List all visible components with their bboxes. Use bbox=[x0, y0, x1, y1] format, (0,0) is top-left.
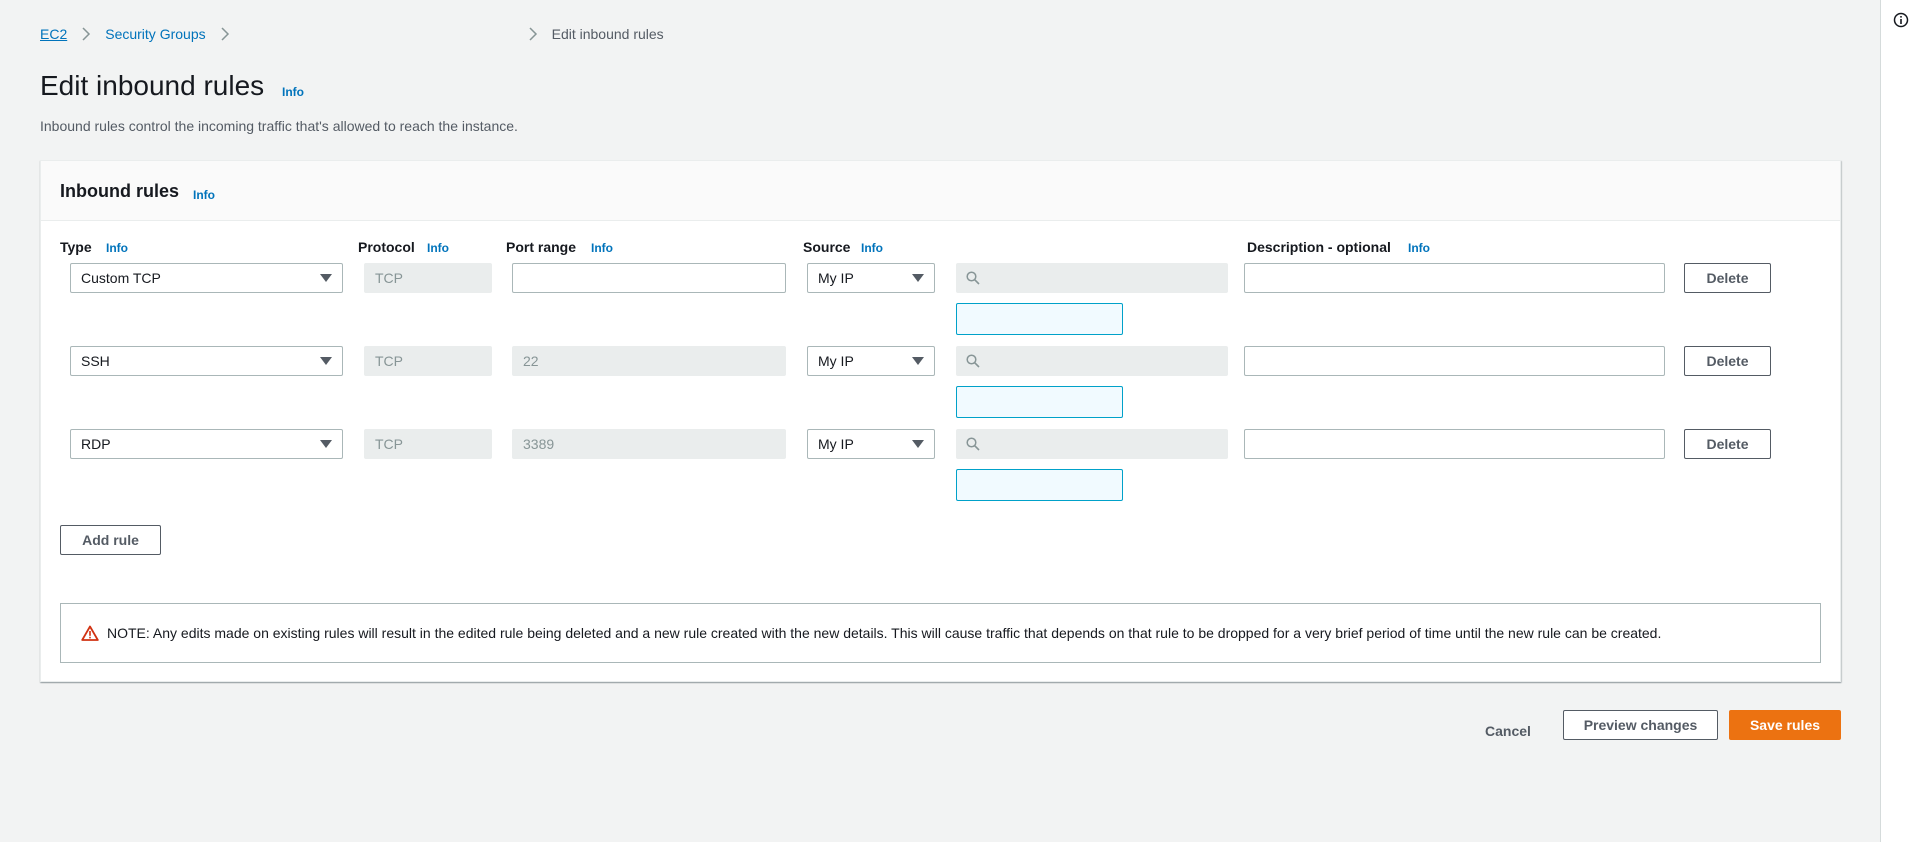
rule-1-source-select[interactable]: My IP bbox=[807, 263, 935, 293]
rule-1-source-search[interactable] bbox=[956, 263, 1228, 293]
page-title: Edit inbound rules bbox=[40, 70, 265, 101]
rule-1-protocol: TCP bbox=[364, 263, 492, 293]
protocol-info-link[interactable]: Info bbox=[427, 241, 449, 255]
breadcrumb: EC2 Security Groups Edit inbound rules bbox=[40, 26, 664, 42]
panel-info-link[interactable]: Info bbox=[193, 188, 215, 202]
info-circle-icon[interactable] bbox=[1893, 12, 1909, 28]
chevron-right-icon bbox=[82, 27, 91, 41]
caret-down-icon bbox=[912, 274, 924, 282]
rule-2-description-input[interactable] bbox=[1244, 346, 1665, 376]
rule-3-description-input[interactable] bbox=[1244, 429, 1665, 459]
chevron-right-icon bbox=[529, 27, 537, 41]
type-info-link[interactable]: Info bbox=[106, 241, 128, 255]
search-icon bbox=[966, 437, 980, 451]
rule-3-protocol: TCP bbox=[364, 429, 492, 459]
panel-title: Inbound rules bbox=[60, 181, 179, 201]
caret-down-icon bbox=[320, 357, 332, 365]
rule-1-type-select[interactable]: Custom TCP bbox=[70, 263, 343, 293]
rule-2-source-search[interactable] bbox=[956, 346, 1228, 376]
rule-2-port-range: 22 bbox=[512, 346, 786, 376]
rule-1-port-range-input[interactable] bbox=[512, 263, 786, 293]
chevron-right-icon bbox=[221, 27, 229, 41]
add-rule-button[interactable]: Add rule bbox=[60, 525, 161, 555]
column-header-type: Type bbox=[60, 239, 92, 255]
warning-triangle-icon bbox=[81, 625, 99, 641]
rule-2-type-value: SSH bbox=[81, 353, 110, 369]
search-icon bbox=[966, 354, 980, 368]
caret-down-icon bbox=[912, 440, 924, 448]
rule-1-type-value: Custom TCP bbox=[81, 270, 161, 286]
column-header-protocol: Protocol bbox=[358, 239, 415, 255]
search-icon bbox=[966, 271, 980, 285]
cancel-button[interactable]: Cancel bbox=[1485, 716, 1531, 746]
save-rules-button[interactable]: Save rules bbox=[1729, 710, 1841, 740]
rule-3-port-range: 3389 bbox=[512, 429, 786, 459]
port-range-info-link[interactable]: Info bbox=[591, 241, 613, 255]
caret-down-icon bbox=[912, 357, 924, 365]
rule-2-type-select[interactable]: SSH bbox=[70, 346, 343, 376]
caret-down-icon bbox=[320, 274, 332, 282]
breadcrumb-current: Edit inbound rules bbox=[551, 26, 664, 42]
rule-2-cidr-token[interactable] bbox=[956, 386, 1123, 418]
rule-1-cidr-token[interactable] bbox=[956, 303, 1123, 335]
rule-1-source-value: My IP bbox=[818, 270, 854, 286]
column-header-port-range: Port range bbox=[506, 239, 577, 255]
rule-2-source-select[interactable]: My IP bbox=[807, 346, 935, 376]
rule-1-description-input[interactable] bbox=[1244, 263, 1665, 293]
rule-3-source-value: My IP bbox=[818, 436, 854, 452]
column-header-description: Description - optional bbox=[1247, 239, 1391, 255]
rule-1-delete-button[interactable]: Delete bbox=[1684, 263, 1771, 293]
rule-2-source-value: My IP bbox=[818, 353, 854, 369]
rule-3-type-select[interactable]: RDP bbox=[70, 429, 343, 459]
rule-3-source-search[interactable] bbox=[956, 429, 1228, 459]
edit-warning-text: NOTE: Any edits made on existing rules w… bbox=[107, 625, 1662, 641]
breadcrumb-ec2[interactable]: EC2 bbox=[40, 26, 67, 42]
page-description: Inbound rules control the incoming traff… bbox=[40, 118, 518, 134]
panel-header: Inbound rules Info bbox=[41, 161, 1840, 221]
page-title-info-link[interactable]: Info bbox=[282, 85, 304, 99]
caret-down-icon bbox=[320, 440, 332, 448]
description-info-link[interactable]: Info bbox=[1408, 241, 1430, 255]
rule-2-delete-button[interactable]: Delete bbox=[1684, 346, 1771, 376]
help-panel-strip bbox=[1880, 0, 1920, 842]
inbound-rules-panel: Inbound rules Info Type Info Protocol In… bbox=[40, 160, 1841, 682]
source-info-link[interactable]: Info bbox=[861, 241, 883, 255]
rule-3-source-select[interactable]: My IP bbox=[807, 429, 935, 459]
breadcrumb-security-groups[interactable]: Security Groups bbox=[105, 26, 205, 42]
column-header-source: Source bbox=[803, 239, 851, 255]
rule-3-cidr-token[interactable] bbox=[956, 469, 1123, 501]
rule-3-type-value: RDP bbox=[81, 436, 111, 452]
rule-2-protocol: TCP bbox=[364, 346, 492, 376]
edit-warning-alert: NOTE: Any edits made on existing rules w… bbox=[60, 603, 1821, 663]
preview-changes-button[interactable]: Preview changes bbox=[1563, 710, 1718, 740]
rule-3-delete-button[interactable]: Delete bbox=[1684, 429, 1771, 459]
